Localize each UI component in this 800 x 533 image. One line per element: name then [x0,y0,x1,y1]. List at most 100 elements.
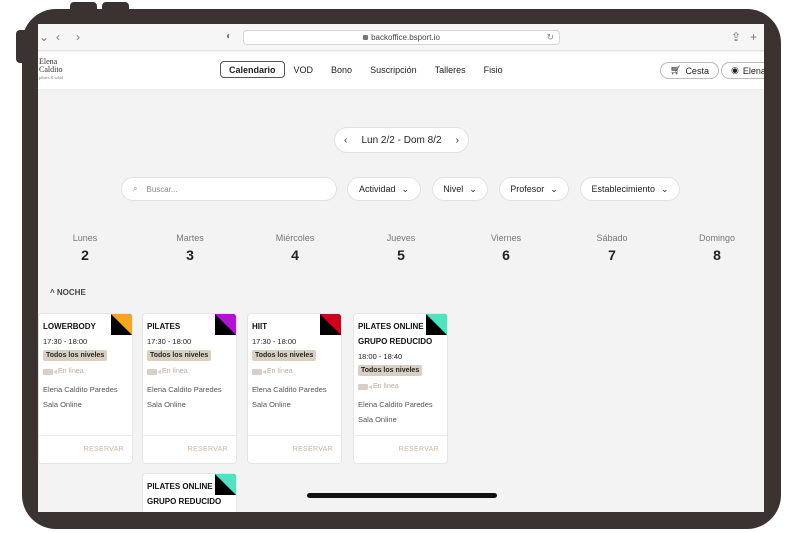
class-card-lowerbody[interactable]: LOWERBODY 17:30 - 18:00 Todos los nivele… [38,313,133,464]
filter-label: Establecimiento [591,184,655,194]
class-title: PILATES ONLINE [358,322,424,331]
address-bar[interactable]: backoffice.bsport.io ↻ [243,30,560,45]
cart-label: Cesta [685,65,709,76]
prev-week-icon[interactable]: ‹ [344,135,347,146]
day-header-martes: Martes 3 [160,233,220,263]
mode-label: En línea [373,383,399,390]
day-name: Viernes [490,233,522,243]
section-toggle-noche[interactable]: ^ NOCHE [50,288,86,297]
class-card-pilates-online[interactable]: PILATES ONLINE GRUPO REDUCIDO 18:00 - 18… [353,313,448,464]
user-button[interactable]: ◉ Elena [721,62,764,79]
day-name: Domingo [698,233,736,243]
reserve-button[interactable]: RESERVAR [188,446,228,453]
filter-label: Profesor [510,184,545,194]
online-indicator: En línea [43,368,84,375]
video-camera-icon [43,368,57,375]
divider [354,435,447,436]
brand-logo[interactable]: Elena Caldito pilates & salud [39,58,63,82]
mode-label: En línea [267,368,293,375]
class-time: 17:30 - 18:00 [252,337,297,346]
week-navigator: ‹ Lun 2/2 - Dom 8/2 › [334,127,469,153]
category-color-marker [111,314,132,335]
divider [39,435,132,436]
teacher-name: Elena Caldito Paredes [358,400,433,409]
search-icon: ⌕ [133,184,138,193]
class-title: PILATES ONLINE [147,482,213,491]
shield-icon[interactable]: ◐ [226,30,232,44]
day-header-jueves: Jueves 5 [371,233,431,263]
nav-fisio[interactable]: Fisio [475,61,512,78]
new-tab-icon[interactable]: + [750,30,757,44]
day-header-miercoles: Miércoles 4 [265,233,325,263]
day-name: Jueves [386,233,416,243]
online-indicator: En línea [147,368,188,375]
nav-bono[interactable]: Bono [322,61,361,78]
video-camera-icon [252,368,266,375]
reserve-button[interactable]: RESERVAR [399,446,439,453]
app-header: Elena Caldito pilates & salud Calendario… [38,52,764,90]
class-title: PILATES [147,322,181,331]
nav-calendario[interactable]: Calendario [220,61,285,78]
cart-button[interactable]: 🛒︎ Cesta [660,62,719,79]
class-title: LOWERBODY [43,322,96,331]
video-camera-icon [358,383,372,390]
online-indicator: En línea [252,368,293,375]
nav-vod[interactable]: VOD [285,61,323,78]
reload-icon[interactable]: ↻ [546,32,554,43]
class-card-hiit[interactable]: HIIT 17:30 - 18:00 Todos los niveles En … [247,313,342,464]
forward-icon[interactable]: › [76,30,80,44]
reserve-button[interactable]: RESERVAR [293,446,333,453]
share-icon[interactable]: ⇪ [731,30,741,44]
mode-label: En línea [162,368,188,375]
teacher-name: Elena Caldito Paredes [252,385,327,394]
day-date: 2 [81,247,89,263]
browser-toolbar: ⌄ ‹ › ◐ backoffice.bsport.io ↻ ⇪ + [38,24,764,51]
filter-label: Nivel [443,184,464,194]
class-card-pilates-online[interactable]: PILATES ONLINE GRUPO REDUCIDO [142,473,237,512]
filter-profesor[interactable]: Profesor ⌄ [499,177,569,201]
day-date: 6 [502,247,510,263]
next-week-icon[interactable]: › [456,135,459,146]
device-mockup: ⌄ ‹ › ◐ backoffice.bsport.io ↻ ⇪ + Elena… [0,0,800,533]
filter-establecimiento[interactable]: Establecimiento ⌄ [580,177,680,201]
level-badge: Todos los niveles [43,350,108,361]
back-icon[interactable]: ‹ [56,30,60,44]
main-nav: Calendario VOD Bono Suscripción Talleres… [220,61,512,78]
day-date: 8 [713,247,721,263]
class-card-pilates[interactable]: PILATES 17:30 - 18:00 Todos los niveles … [142,313,237,464]
day-header-viernes: Viernes 6 [476,233,536,263]
level-badge: Todos los niveles [252,350,317,361]
chevron-down-icon: ⌄ [469,183,477,194]
day-name: Sábado [596,233,628,243]
day-date: 7 [608,247,616,263]
online-indicator: En línea [358,383,399,390]
day-name: Miércoles [275,233,315,243]
user-label: Elena [742,65,764,76]
level-badge: Todos los niveles [358,365,423,376]
divider [143,435,236,436]
category-color-marker [215,474,236,495]
nav-talleres[interactable]: Talleres [426,61,475,78]
mode-label: En línea [58,368,84,375]
filter-label: Actividad [358,184,396,194]
filter-actividad[interactable]: Actividad ⌄ [347,177,421,201]
category-color-marker [426,314,447,335]
logo-line-2: Caldito [39,65,63,74]
category-color-marker [320,314,341,335]
class-time: 17:30 - 18:00 [147,337,192,346]
class-title: HIIT [252,322,268,331]
class-time: 18:00 - 18:40 [358,352,403,361]
filter-nivel[interactable]: Nivel ⌄ [432,177,488,201]
reserve-button[interactable]: RESERVAR [84,446,124,453]
room-name: Sala Online [252,400,291,409]
nav-suscripcion[interactable]: Suscripción [361,61,426,78]
home-indicator [307,493,497,498]
day-date: 5 [397,247,405,263]
day-header-sabado: Sábado 7 [582,233,642,263]
url-text: backoffice.bsport.io [371,33,440,42]
level-badge: Todos los niveles [147,350,212,361]
chevron-down-icon: ⌄ [401,183,410,194]
search-input[interactable]: ⌕ Buscar... [121,177,337,201]
chevron-down-icon[interactable]: ⌄ [39,30,49,44]
section-label: NOCHE [56,288,86,297]
